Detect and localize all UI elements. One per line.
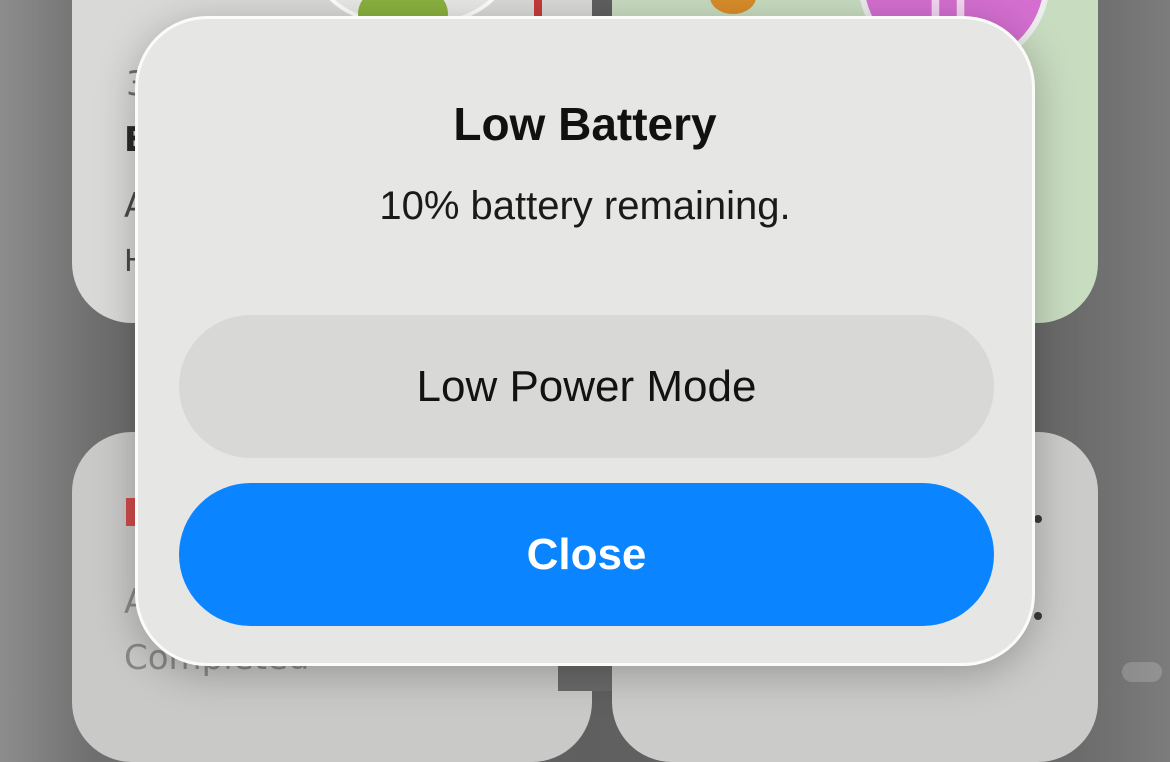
background-red-marker (534, 0, 542, 16)
alert-title: Low Battery (453, 98, 717, 150)
background-dot (1034, 515, 1042, 523)
alert-message: 10% battery remaining. (379, 184, 791, 228)
background-divider (558, 664, 612, 691)
watermark-logo (1122, 662, 1162, 682)
low-battery-alert: Low Battery 10% battery remaining. Low P… (135, 16, 1035, 666)
background-dot (1034, 612, 1042, 620)
low-power-mode-button[interactable]: Low Power Mode (179, 315, 994, 458)
close-button[interactable]: Close (179, 483, 994, 626)
